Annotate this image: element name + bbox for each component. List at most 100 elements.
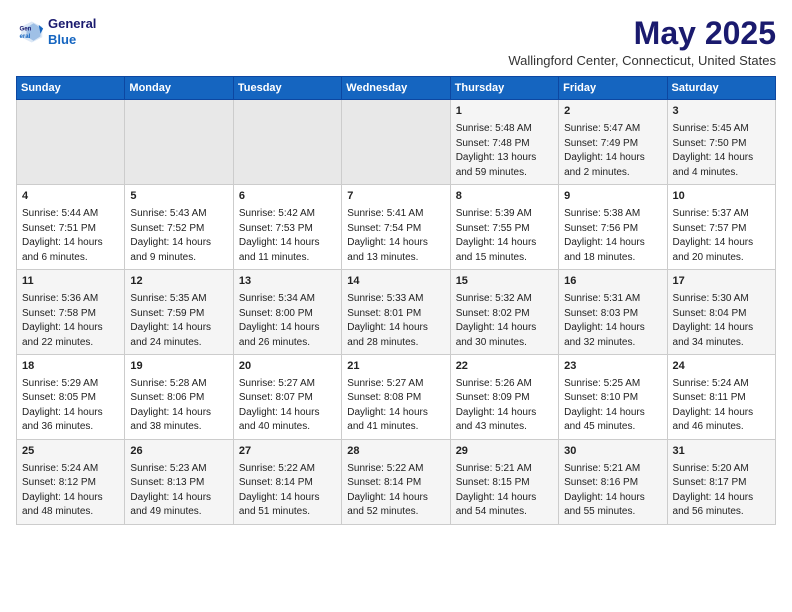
logo-icon: Gen eral [16,18,44,46]
sunset-time: Sunset: 8:00 PM [239,307,336,322]
calendar-cell: 10Sunrise: 5:37 AMSunset: 7:57 PMDayligh… [667,185,775,270]
calendar-cell: 5Sunrise: 5:43 AMSunset: 7:52 PMDaylight… [125,185,233,270]
sunrise-time: Sunrise: 5:42 AM [239,207,336,222]
daylight-hours: Daylight: 14 hours and 52 minutes. [347,491,444,520]
daylight-hours: Daylight: 14 hours and 30 minutes. [456,321,553,350]
sunrise-time: Sunrise: 5:32 AM [456,292,553,307]
day-number: 12 [130,274,227,290]
daylight-hours: Daylight: 14 hours and 13 minutes. [347,236,444,265]
daylight-hours: Daylight: 14 hours and 2 minutes. [564,151,661,180]
day-number: 6 [239,189,336,205]
day-number: 20 [239,359,336,375]
sunrise-time: Sunrise: 5:34 AM [239,292,336,307]
sunrise-time: Sunrise: 5:24 AM [673,377,770,392]
sunrise-time: Sunrise: 5:22 AM [347,462,444,477]
calendar-cell [342,100,450,185]
day-number: 16 [564,274,661,290]
sunrise-time: Sunrise: 5:43 AM [130,207,227,222]
sunrise-time: Sunrise: 5:41 AM [347,207,444,222]
sunrise-time: Sunrise: 5:36 AM [22,292,119,307]
day-number: 31 [673,444,770,460]
day-number: 1 [456,104,553,120]
calendar-body: 1Sunrise: 5:48 AMSunset: 7:48 PMDaylight… [17,100,776,525]
calendar-cell: 18Sunrise: 5:29 AMSunset: 8:05 PMDayligh… [17,355,125,440]
day-number: 24 [673,359,770,375]
svg-text:eral: eral [20,33,31,40]
daylight-hours: Daylight: 14 hours and 28 minutes. [347,321,444,350]
sunset-time: Sunset: 8:17 PM [673,476,770,491]
daylight-hours: Daylight: 14 hours and 48 minutes. [22,491,119,520]
logo-text-general: General [48,16,96,32]
sunrise-time: Sunrise: 5:26 AM [456,377,553,392]
sunset-time: Sunset: 7:56 PM [564,222,661,237]
daylight-hours: Daylight: 14 hours and 24 minutes. [130,321,227,350]
sunset-time: Sunset: 7:55 PM [456,222,553,237]
header-day-thursday: Thursday [450,77,558,100]
daylight-hours: Daylight: 14 hours and 43 minutes. [456,406,553,435]
calendar-cell [233,100,341,185]
sunrise-time: Sunrise: 5:39 AM [456,207,553,222]
day-number: 4 [22,189,119,205]
header-day-wednesday: Wednesday [342,77,450,100]
sunrise-time: Sunrise: 5:20 AM [673,462,770,477]
day-number: 9 [564,189,661,205]
sunset-time: Sunset: 8:01 PM [347,307,444,322]
calendar-cell: 23Sunrise: 5:25 AMSunset: 8:10 PMDayligh… [559,355,667,440]
sunset-time: Sunset: 7:58 PM [22,307,119,322]
calendar-header: SundayMondayTuesdayWednesdayThursdayFrid… [17,77,776,100]
calendar-cell: 28Sunrise: 5:22 AMSunset: 8:14 PMDayligh… [342,439,450,524]
sunset-time: Sunset: 8:06 PM [130,391,227,406]
sunset-time: Sunset: 8:15 PM [456,476,553,491]
page-header: Gen eral General Blue May 2025 Wallingfo… [16,16,776,68]
sunset-time: Sunset: 8:14 PM [239,476,336,491]
sunrise-time: Sunrise: 5:31 AM [564,292,661,307]
sunrise-time: Sunrise: 5:28 AM [130,377,227,392]
sunset-time: Sunset: 7:50 PM [673,137,770,152]
header-day-saturday: Saturday [667,77,775,100]
calendar-cell: 17Sunrise: 5:30 AMSunset: 8:04 PMDayligh… [667,270,775,355]
daylight-hours: Daylight: 14 hours and 9 minutes. [130,236,227,265]
calendar-cell: 1Sunrise: 5:48 AMSunset: 7:48 PMDaylight… [450,100,558,185]
daylight-hours: Daylight: 14 hours and 51 minutes. [239,491,336,520]
daylight-hours: Daylight: 14 hours and 18 minutes. [564,236,661,265]
calendar-cell: 22Sunrise: 5:26 AMSunset: 8:09 PMDayligh… [450,355,558,440]
week-row-1: 1Sunrise: 5:48 AMSunset: 7:48 PMDaylight… [17,100,776,185]
daylight-hours: Daylight: 14 hours and 56 minutes. [673,491,770,520]
daylight-hours: Daylight: 14 hours and 6 minutes. [22,236,119,265]
calendar-table: SundayMondayTuesdayWednesdayThursdayFrid… [16,76,776,525]
logo-text-blue: Blue [48,32,96,48]
week-row-3: 11 Sunrise: 5:36 AMSunset: 7:58 PM Dayligh… [17,270,776,355]
sunrise-time: Sunrise: 5:45 AM [673,122,770,137]
daylight-hours: Daylight: 14 hours and 38 minutes. [130,406,227,435]
calendar-cell: 21Sunrise: 5:27 AMSunset: 8:08 PMDayligh… [342,355,450,440]
daylight-hours: Daylight: 14 hours and 32 minutes. [564,321,661,350]
day-number: 30 [564,444,661,460]
sunset-time: Sunset: 8:05 PM [22,391,119,406]
calendar-cell: 7Sunrise: 5:41 AMSunset: 7:54 PMDaylight… [342,185,450,270]
day-number: 27 [239,444,336,460]
day-number: 11 [22,274,119,290]
calendar-cell: 3Sunrise: 5:45 AMSunset: 7:50 PMDaylight… [667,100,775,185]
day-number: 8 [456,189,553,205]
day-number: 7 [347,189,444,205]
sunrise-time: Sunrise: 5:48 AM [456,122,553,137]
calendar-cell [17,100,125,185]
sunrise-time: Sunrise: 5:47 AM [564,122,661,137]
calendar-cell: 24Sunrise: 5:24 AMSunset: 8:11 PMDayligh… [667,355,775,440]
calendar-cell: 13Sunrise: 5:34 AMSunset: 8:00 PMDayligh… [233,270,341,355]
sunrise-time: Sunrise: 5:29 AM [22,377,119,392]
sunset-time: Sunset: 7:49 PM [564,137,661,152]
day-number: 28 [347,444,444,460]
sunset-time: Sunset: 7:57 PM [673,222,770,237]
calendar-cell: 12Sunrise: 5:35 AMSunset: 7:59 PMDayligh… [125,270,233,355]
calendar-cell: 29Sunrise: 5:21 AMSunset: 8:15 PMDayligh… [450,439,558,524]
sunrise-time: Sunrise: 5:33 AM [347,292,444,307]
calendar-cell: 6Sunrise: 5:42 AMSunset: 7:53 PMDaylight… [233,185,341,270]
daylight-hours: Daylight: 14 hours and 49 minutes. [130,491,227,520]
day-number: 21 [347,359,444,375]
sunrise-time: Sunrise: 5:22 AM [239,462,336,477]
daylight-hours: Daylight: 14 hours and 54 minutes. [456,491,553,520]
calendar-cell [125,100,233,185]
sunset-time: Sunset: 7:59 PM [130,307,227,322]
sunset-time: Sunset: 8:09 PM [456,391,553,406]
